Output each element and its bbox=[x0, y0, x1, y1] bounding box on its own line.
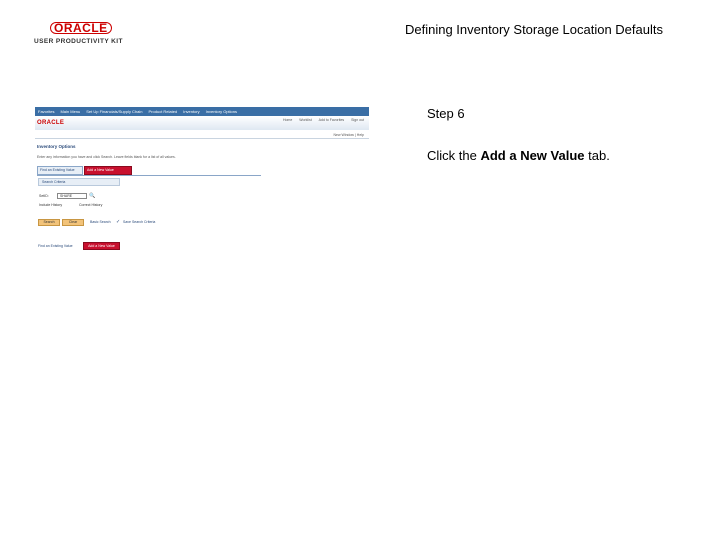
upk-logo-text: USER PRODUCTIVITY KIT bbox=[34, 38, 123, 45]
include-history-checkbox[interactable]: Include History bbox=[39, 203, 62, 207]
lookup-icon[interactable]: 🔍 bbox=[89, 193, 95, 199]
nav-item[interactable]: Set Up Financials/Supply Chain bbox=[86, 109, 142, 114]
new-window-link[interactable]: New Window | Help bbox=[334, 133, 364, 137]
home-link[interactable]: Home bbox=[283, 118, 292, 122]
search-criteria-header[interactable]: Search Criteria bbox=[38, 178, 120, 186]
footer-add-new-value-link[interactable]: Add a New Value bbox=[83, 242, 120, 250]
instruction-target: Add a New Value bbox=[480, 148, 585, 163]
page-title: Inventory Options bbox=[37, 144, 76, 149]
nav-item[interactable]: Inventory bbox=[183, 109, 199, 114]
setid-label: SetID: bbox=[39, 194, 49, 198]
tab-add-new-value[interactable]: Add a New Value bbox=[84, 166, 132, 175]
nav-item[interactable]: Main Menu bbox=[60, 109, 80, 114]
oracle-logo: ORACLE bbox=[37, 120, 65, 126]
oracle-logo-text: ORACLE bbox=[50, 22, 112, 34]
step-screenshot: Favorites Main Menu Set Up Financials/Su… bbox=[35, 107, 369, 257]
sub-bar bbox=[35, 130, 369, 139]
clear-button[interactable]: Clear bbox=[62, 219, 84, 226]
setid-input[interactable]: SHARE bbox=[57, 193, 87, 199]
tab-find-existing[interactable]: Find an Existing Value bbox=[37, 166, 83, 175]
save-criteria-link[interactable]: Save Search Criteria bbox=[123, 220, 155, 224]
footer-find-existing-link[interactable]: Find an Existing Value bbox=[38, 244, 73, 248]
step-title: Step 6 bbox=[427, 106, 465, 121]
add-favorites-link[interactable]: Add to Favorites bbox=[319, 118, 344, 122]
nav-item[interactable]: Product Related bbox=[149, 109, 178, 114]
search-button[interactable]: Search bbox=[38, 219, 60, 226]
nav-item[interactable]: Inventory Options bbox=[206, 109, 237, 114]
oracle-upk-logo: ORACLE USER PRODUCTIVITY KIT bbox=[34, 22, 126, 48]
worklist-link[interactable]: Worklist bbox=[299, 118, 311, 122]
correct-history-checkbox[interactable]: Correct History bbox=[79, 203, 102, 207]
top-links: Home Worklist Add to Favorites Sign out bbox=[283, 118, 364, 122]
save-icon: ✓ bbox=[116, 219, 121, 225]
page-description: Enter any information you have and click… bbox=[37, 155, 176, 159]
step-instruction: Click the Add a New Value tab. bbox=[427, 148, 610, 163]
instruction-suffix: tab. bbox=[584, 148, 610, 163]
tab-strip: Find an Existing Value Add a New Value bbox=[37, 166, 261, 176]
instruction-prefix: Click the bbox=[427, 148, 481, 163]
basic-search-link[interactable]: Basic Search bbox=[90, 220, 111, 224]
sign-out-link[interactable]: Sign out bbox=[351, 118, 364, 122]
nav-item[interactable]: Favorites bbox=[38, 109, 54, 114]
navbar: Favorites Main Menu Set Up Financials/Su… bbox=[35, 107, 369, 116]
document-title: Defining Inventory Storage Location Defa… bbox=[405, 22, 663, 37]
